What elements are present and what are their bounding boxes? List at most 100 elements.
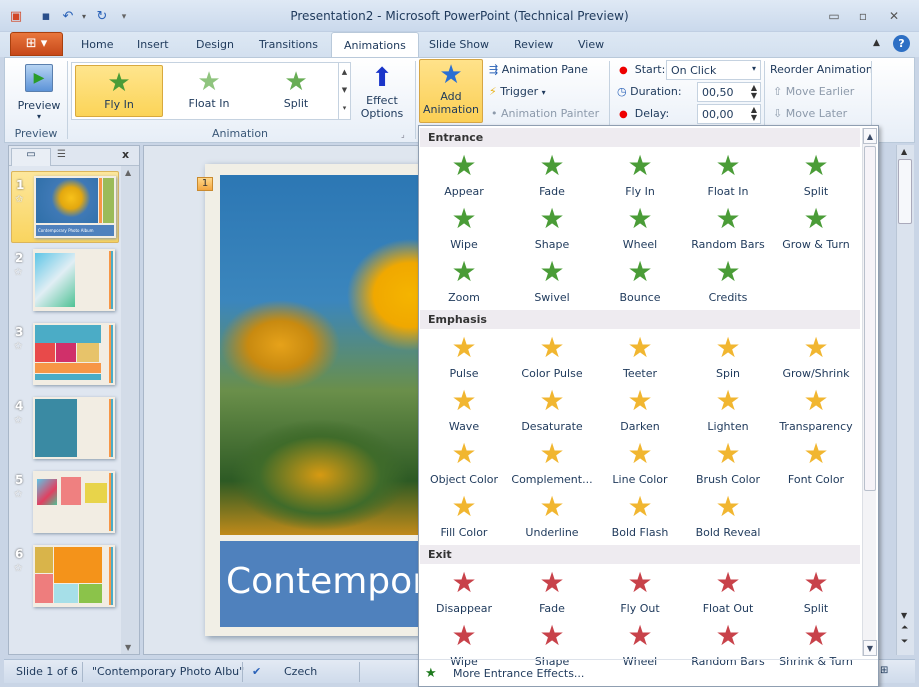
spell-check-icon[interactable]: ✔: [252, 665, 261, 678]
start-dropdown[interactable]: On Click ▾: [666, 60, 761, 80]
gallery-item-fly-in[interactable]: ★ Fly In: [75, 65, 163, 117]
scroll-down-icon[interactable]: ▼: [863, 640, 877, 656]
animation-painter-button[interactable]: • Animation Painter: [491, 107, 599, 120]
tab-home[interactable]: Home: [81, 38, 113, 51]
slide-thumbnail-1[interactable]: 1 ✩ Contemporary Photo Album: [11, 171, 119, 243]
scroll-thumb[interactable]: [898, 159, 912, 224]
help-icon[interactable]: ?: [893, 35, 910, 52]
file-menu-button[interactable]: ⊞ ▾: [10, 32, 63, 56]
effect-entrance-wheel[interactable]: ★ Wheel: [596, 202, 684, 255]
dialog-launcher-icon[interactable]: ⌟: [401, 130, 405, 139]
effect-emphasis-transparency[interactable]: ★ Transparency: [772, 384, 860, 437]
effect-emphasis-teeter[interactable]: ★ Teeter: [596, 331, 684, 384]
effect-emphasis-complement[interactable]: ★ Complement...: [508, 437, 596, 490]
effect-emphasis-fill-color[interactable]: ★ Fill Color: [420, 490, 508, 543]
tab-design[interactable]: Design: [196, 38, 234, 51]
gallery-scroll[interactable]: ▲ ▼ ▾: [338, 63, 350, 119]
effect-entrance-split[interactable]: ★ Split: [772, 149, 860, 202]
slide-photo[interactable]: [220, 175, 420, 535]
duration-input[interactable]: 00,50 ▲ ▼: [697, 82, 761, 102]
minimize-icon[interactable]: ▭: [824, 8, 844, 24]
scroll-down-icon[interactable]: ▼: [901, 611, 907, 620]
effect-emphasis-desaturate[interactable]: ★ Desaturate: [508, 384, 596, 437]
slide-scrollbar[interactable]: ▲ ▼ ⏶ ⏷: [896, 145, 914, 655]
minimize-ribbon-icon[interactable]: ▲: [873, 38, 880, 48]
spinner-icon[interactable]: ▲ ▼: [751, 84, 757, 100]
effect-entrance-wipe[interactable]: ★ Wipe: [420, 202, 508, 255]
tab-transitions[interactable]: Transitions: [259, 38, 318, 51]
gallery-item-split[interactable]: ★ Split: [252, 65, 340, 117]
effect-emphasis-wave[interactable]: ★ Wave: [420, 384, 508, 437]
slide-thumbnail-2[interactable]: 2 ✩: [11, 245, 119, 317]
slides-pane-scrollbar[interactable]: ▲ ▼: [121, 166, 139, 654]
animation-pane-button[interactable]: ⇶ Animation Pane: [489, 63, 588, 76]
effect-entrance-appear[interactable]: ★ Appear: [420, 149, 508, 202]
effect-emphasis-underline[interactable]: ★ Underline: [508, 490, 596, 543]
effect-emphasis-bold-reveal[interactable]: ★ Bold Reveal: [684, 490, 772, 543]
move-earlier-button[interactable]: ⇧ Move Earlier: [773, 85, 854, 98]
effect-entrance-swivel[interactable]: ★ Swivel: [508, 255, 596, 308]
effect-options-button[interactable]: ⬆ Effect Options: [355, 62, 409, 120]
dropdown-scrollbar[interactable]: ▲ ▼: [862, 128, 877, 656]
effect-entrance-zoom[interactable]: ★ Zoom: [420, 255, 508, 308]
scroll-thumb[interactable]: [864, 146, 876, 491]
effect-emphasis-bold-flash[interactable]: ★ Bold Flash: [596, 490, 684, 543]
theme-name[interactable]: "Contemporary Photo Albu": [92, 665, 244, 678]
effect-entrance-random-bars[interactable]: ★ Random Bars: [684, 202, 772, 255]
effect-emphasis-line-color[interactable]: ★ Line Color: [596, 437, 684, 490]
effect-emphasis-grow-shrink[interactable]: ★ Grow/Shrink: [772, 331, 860, 384]
effect-exit-fly-out[interactable]: ★ Fly Out: [596, 566, 684, 619]
effect-exit-fade[interactable]: ★ Fade: [508, 566, 596, 619]
language[interactable]: Czech: [284, 665, 317, 678]
effect-exit-split[interactable]: ★ Split: [772, 566, 860, 619]
next-slide-icon[interactable]: ⏷: [901, 637, 908, 647]
slide-thumbnail-5[interactable]: 5 ✩: [11, 467, 119, 539]
effect-emphasis-lighten[interactable]: ★ Lighten: [684, 384, 772, 437]
slide-title[interactable]: Contemporary Photo Album: [220, 541, 420, 627]
trigger-button[interactable]: ⚡ Trigger ▾: [489, 85, 546, 98]
gallery-item-float-in[interactable]: ★ Float In: [165, 65, 253, 117]
add-animation-button[interactable]: ★ Add Animation: [419, 59, 483, 123]
effect-entrance-fly-in[interactable]: ★ Fly In: [596, 149, 684, 202]
tab-slide-show[interactable]: Slide Show: [429, 38, 489, 51]
slide-thumbnail-6[interactable]: 6 ✩: [11, 541, 119, 613]
effect-entrance-shape[interactable]: ★ Shape: [508, 202, 596, 255]
effect-emphasis-brush-color[interactable]: ★ Brush Color: [684, 437, 772, 490]
scroll-up-icon[interactable]: ▲: [863, 128, 877, 144]
animation-order-tag[interactable]: 1: [197, 177, 213, 191]
effect-entrance-bounce[interactable]: ★ Bounce: [596, 255, 684, 308]
restore-icon[interactable]: ▫: [853, 8, 873, 24]
tab-view[interactable]: View: [578, 38, 604, 51]
slides-tab[interactable]: ▭: [11, 148, 51, 166]
effect-emphasis-font-color[interactable]: ★ Font Color: [772, 437, 860, 490]
effect-exit-disappear[interactable]: ★ Disappear: [420, 566, 508, 619]
more-entrance-effects[interactable]: ★ More Entrance Effects...: [419, 659, 878, 687]
effect-exit-float-out[interactable]: ★ Float Out: [684, 566, 772, 619]
tab-animations[interactable]: Animations: [331, 32, 419, 58]
delay-input[interactable]: 00,00 ▲ ▼: [697, 104, 761, 124]
tab-review[interactable]: Review: [514, 38, 553, 51]
effect-entrance-float-in[interactable]: ★ Float In: [684, 149, 772, 202]
scroll-up-icon[interactable]: ▲: [901, 147, 907, 156]
effect-emphasis-color-pulse[interactable]: ★ Color Pulse: [508, 331, 596, 384]
outline-tab[interactable]: ☰: [57, 149, 66, 160]
slide-thumbnail-4[interactable]: 4 ✩: [11, 393, 119, 465]
close-pane-button[interactable]: x: [122, 148, 129, 161]
tab-insert[interactable]: Insert: [137, 38, 169, 51]
effect-entrance-grow-turn[interactable]: ★ Grow & Turn: [772, 202, 860, 255]
scroll-up-icon[interactable]: ▲: [125, 168, 131, 177]
close-icon[interactable]: ✕: [884, 8, 904, 24]
effect-entrance-fade[interactable]: ★ Fade: [508, 149, 596, 202]
previous-slide-icon[interactable]: ⏶: [901, 623, 908, 633]
effect-emphasis-darken[interactable]: ★ Darken: [596, 384, 684, 437]
preview-button[interactable]: ▶ Preview ▾: [13, 62, 65, 122]
move-later-button[interactable]: ⇩ Move Later: [773, 107, 847, 120]
spinner-icon[interactable]: ▲ ▼: [751, 106, 757, 122]
scroll-down-icon[interactable]: ▼: [125, 643, 131, 652]
slide-thumbnail-3[interactable]: 3 ✩: [11, 319, 119, 391]
effect-emphasis-object-color[interactable]: ★ Object Color: [420, 437, 508, 490]
fit-to-window-icon[interactable]: ⊞: [880, 665, 888, 676]
effect-emphasis-pulse[interactable]: ★ Pulse: [420, 331, 508, 384]
effect-entrance-credits[interactable]: ★ Credits: [684, 255, 772, 308]
effect-emphasis-spin[interactable]: ★ Spin: [684, 331, 772, 384]
